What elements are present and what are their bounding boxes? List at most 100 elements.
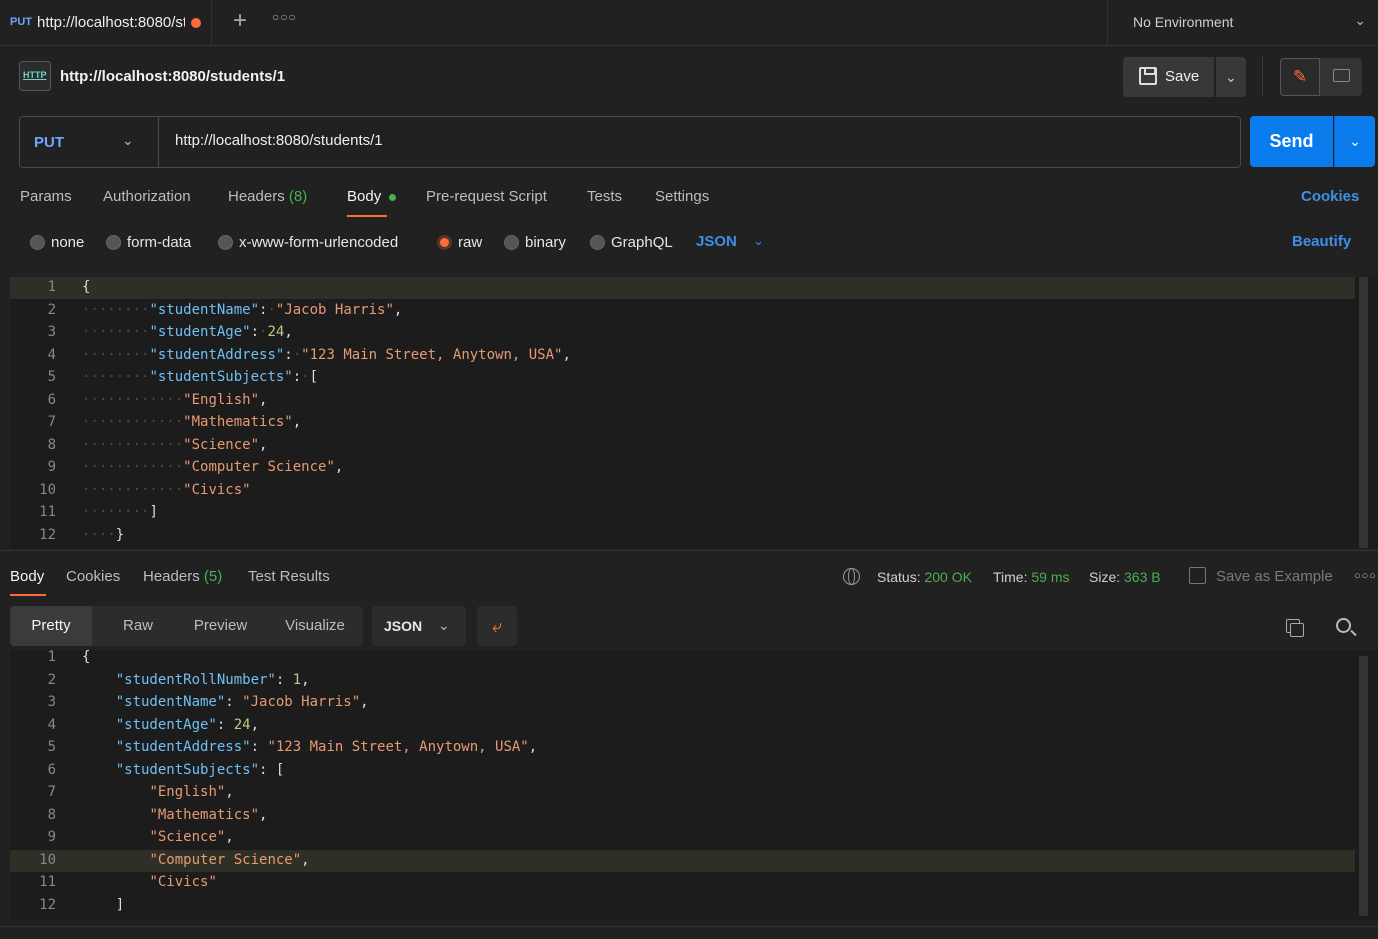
radio-binary[interactable]	[504, 235, 519, 250]
environment-label: No Environment	[1133, 14, 1234, 30]
save-as-example-button[interactable]: Save as Example	[1216, 568, 1333, 585]
code-text: "Computer Science",	[149, 851, 310, 868]
tab-headers-label: Headers	[228, 188, 285, 205]
line-number: 12	[39, 896, 56, 913]
radio-binary-label: binary	[525, 234, 566, 251]
tab-pre-request-script[interactable]: Pre-request Script	[426, 188, 547, 205]
radio-graphql[interactable]	[590, 235, 605, 250]
request-title[interactable]: http://localhost:8080/students/1	[60, 68, 285, 85]
response-language-label: JSON	[384, 618, 423, 634]
code-text: "studentName": "Jacob Harris",	[115, 694, 369, 710]
send-dropdown-button[interactable]: ⌄	[1334, 116, 1375, 167]
code-line: 3 ········"studentAge":·24,	[10, 322, 1355, 344]
code-line: 6 ············"English",	[10, 390, 1355, 412]
line-number: 1	[47, 650, 56, 665]
radio-raw-label: raw	[458, 234, 483, 251]
body-language-select[interactable]: JSON	[696, 233, 737, 250]
code-line: 7 "English",	[10, 782, 1355, 804]
line-number: 11	[39, 874, 56, 890]
radio-form-data-label: form-data	[127, 234, 192, 251]
comment-icon	[1333, 69, 1350, 82]
line-number: 9	[47, 829, 56, 845]
status-bar	[0, 926, 1378, 939]
code-line: 1{	[10, 650, 1355, 669]
radio-urlencoded[interactable]	[218, 235, 233, 250]
format-preview[interactable]: Preview	[174, 606, 267, 646]
response-tab-cookies[interactable]: Cookies	[66, 568, 120, 585]
code-text: "English",	[149, 784, 234, 800]
code-line: 9 "Science",	[10, 827, 1355, 849]
radio-urlencoded-label: x-www-form-urlencoded	[239, 234, 399, 251]
code-text: "Mathematics",	[149, 806, 268, 823]
response-tab-body[interactable]: Body	[10, 568, 44, 585]
save-icon	[1189, 567, 1206, 584]
url-input[interactable]	[175, 132, 1075, 149]
code-line: 11 ········]	[10, 502, 1355, 524]
response-tab-headers[interactable]: Headers (5)	[143, 568, 222, 585]
format-raw[interactable]: Raw	[102, 606, 174, 646]
code-line: 2 "studentRollNumber": 1,	[10, 670, 1355, 692]
new-tab-plus-icon[interactable]: +	[228, 8, 252, 34]
code-text: {	[82, 650, 91, 665]
response-language-select[interactable]: JSON ⌄	[372, 606, 466, 646]
scrollbar[interactable]	[1359, 656, 1368, 916]
more-options-icon[interactable]: ○○○	[1354, 570, 1377, 582]
line-number: 6	[47, 761, 56, 778]
search-icon[interactable]	[1336, 618, 1351, 633]
wrap-lines-icon[interactable]: ⤶	[477, 606, 517, 646]
size-label: Size:	[1089, 569, 1121, 585]
code-line: 5 ········"studentSubjects":·[	[10, 367, 1355, 389]
format-visualize[interactable]: Visualize	[267, 606, 363, 646]
request-tab[interactable]: PUT http://localhost:8080/students/1	[0, 0, 212, 46]
cookies-link[interactable]: Cookies	[1301, 188, 1359, 205]
code-text: ············"English",	[82, 391, 268, 408]
tab-body[interactable]: Body	[347, 188, 381, 205]
active-tab-indicator	[10, 594, 46, 596]
tab-bar: PUT http://localhost:8080/students/1 + ○…	[0, 0, 1378, 46]
url-bar: PUT ⌄	[19, 116, 1241, 168]
tab-params[interactable]: Params	[20, 188, 72, 205]
radio-raw[interactable]	[437, 235, 452, 250]
copy-icon[interactable]	[1286, 619, 1304, 637]
code-text: "studentAge": 24,	[115, 716, 260, 733]
globe-icon[interactable]	[843, 568, 860, 585]
divider	[1262, 57, 1263, 97]
comment-button[interactable]	[1320, 58, 1362, 96]
scrollbar[interactable]	[1359, 277, 1368, 548]
save-button[interactable]: Save	[1123, 57, 1214, 97]
format-pretty[interactable]: Pretty	[10, 606, 92, 646]
radio-form-data[interactable]	[106, 235, 121, 250]
line-number: 4	[47, 716, 56, 733]
code-line: 12 ····}	[10, 525, 1355, 547]
edit-pencil-icon[interactable]: ✎	[1280, 58, 1320, 96]
radio-none[interactable]	[30, 235, 45, 250]
chevron-down-icon: ⌄	[122, 132, 134, 148]
response-body-viewer[interactable]: 1{2 "studentRollNumber": 1, 3 "studentNam…	[10, 650, 1378, 920]
send-button[interactable]: Send	[1250, 116, 1333, 167]
headers-count: (8)	[288, 188, 308, 205]
line-number: 9	[47, 459, 56, 475]
line-number: 5	[47, 739, 56, 755]
chevron-down-icon: ⌄	[1354, 12, 1366, 28]
tab-tests[interactable]: Tests	[587, 188, 622, 205]
status-label: Status:	[877, 569, 921, 585]
more-tabs-icon[interactable]: ○○○	[272, 10, 298, 30]
size[interactable]: Size: 363 B	[1089, 569, 1161, 585]
tab-headers[interactable]: Headers (8)	[228, 188, 307, 205]
tab-settings[interactable]: Settings	[655, 188, 709, 205]
code-text: ········"studentAddress":·"123 Main Stre…	[82, 346, 571, 363]
environment-select[interactable]: No Environment ⌄	[1107, 0, 1378, 46]
beautify-button[interactable]: Beautify	[1292, 233, 1351, 250]
tab-authorization[interactable]: Authorization	[103, 188, 191, 205]
response-tab-test-results[interactable]: Test Results	[248, 568, 330, 585]
request-body-editor[interactable]: 1{2 ········"studentName":·"Jacob Harris"…	[10, 277, 1378, 548]
code-text: ········"studentSubjects":·[	[82, 369, 319, 385]
line-number: 1	[47, 279, 56, 295]
save-dropdown-button[interactable]: ⌄	[1216, 57, 1246, 97]
line-number: 7	[47, 784, 56, 800]
response-headers-count: (5)	[203, 568, 223, 585]
time[interactable]: Time: 59 ms	[993, 569, 1070, 585]
method-select[interactable]: PUT ⌄	[20, 117, 159, 167]
status[interactable]: Status: 200 OK	[877, 569, 972, 585]
save-label: Save	[1165, 68, 1200, 85]
